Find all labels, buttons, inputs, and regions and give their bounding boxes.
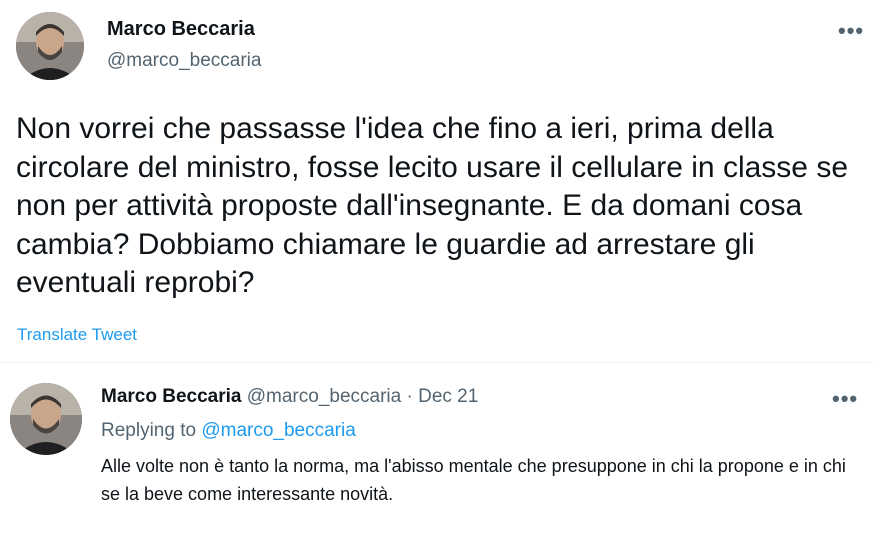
replying-to: Replying to @marco_beccaria xyxy=(101,420,356,442)
author-avatar[interactable] xyxy=(16,12,84,80)
separator-dot: · xyxy=(406,386,413,407)
avatar-image xyxy=(10,383,82,455)
reply-text: Alle volte non è tanto la norma, ma l'ab… xyxy=(101,456,846,504)
divider xyxy=(0,362,874,363)
tweet-text: Non vorrei che passasse l'idea che fino … xyxy=(16,112,849,299)
reply-date[interactable]: Dec 21 xyxy=(418,386,478,407)
author-handle[interactable]: @marco_beccaria xyxy=(107,50,261,72)
reply-more-options-icon[interactable]: ••• xyxy=(832,388,858,410)
avatar-image xyxy=(16,12,84,80)
reply-author-name[interactable]: Marco Beccaria xyxy=(101,386,241,407)
translate-tweet-link[interactable]: Translate Tweet xyxy=(17,325,137,345)
author-name[interactable]: Marco Beccaria xyxy=(107,18,255,41)
replying-to-handle[interactable]: @marco_beccaria xyxy=(201,420,355,441)
replying-to-label: Replying to xyxy=(101,420,197,441)
more-options-icon[interactable]: ••• xyxy=(838,20,864,42)
reply-header: Marco Beccaria @marco_beccaria · Dec 21 xyxy=(101,386,478,408)
reply-author-avatar[interactable] xyxy=(10,383,82,455)
reply-author-handle[interactable]: @marco_beccaria xyxy=(247,386,401,407)
